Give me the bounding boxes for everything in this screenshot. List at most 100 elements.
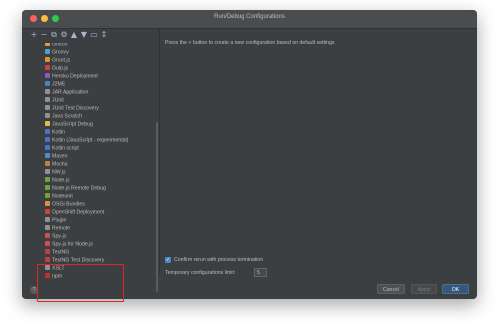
configuration-type-icon <box>45 169 50 174</box>
tree-item-label: Griffon <box>52 43 68 48</box>
configuration-type-icon <box>45 89 50 94</box>
tree-item-label: Java Scratch <box>52 113 82 120</box>
tree-item[interactable]: Griffon <box>45 43 67 48</box>
configuration-type-icon <box>45 201 50 206</box>
ok-button[interactable]: OK <box>442 284 469 294</box>
tree-item[interactable]: OSGi Bundles <box>45 201 85 208</box>
tree-item[interactable]: OpenShift Deployment <box>45 209 104 216</box>
copy-icon[interactable]: ⧉ <box>50 30 58 40</box>
tree-item[interactable]: Groovy <box>45 49 69 56</box>
configuration-type-icon <box>45 73 50 78</box>
configuration-type-icon <box>45 161 50 166</box>
tree-item[interactable]: Nodeunit <box>45 193 73 200</box>
tree-item-label: Groovy <box>52 49 69 56</box>
temp-config-limit-field[interactable]: 5 <box>254 268 267 277</box>
tree-item[interactable]: Maven <box>45 153 68 160</box>
tree-item-label: Plugin <box>52 217 67 224</box>
tree-item-label: JavaScript Debug <box>52 121 93 128</box>
tree-item[interactable]: JAR Application <box>45 89 88 96</box>
tree-item[interactable]: TestNG <box>45 249 69 256</box>
tree-item[interactable]: Remote <box>45 225 70 232</box>
configuration-type-icon <box>45 57 50 62</box>
tree-item-label: Maven <box>52 153 68 160</box>
tree-item-label: TestNG Test Discovery <box>52 257 105 264</box>
configuration-type-icon <box>45 65 50 70</box>
tree-item[interactable]: Node.js Remote Debug <box>45 185 106 192</box>
tree-item[interactable]: TestNG Test Discovery <box>45 257 104 264</box>
tree-item-label: Gulp.js <box>52 65 69 72</box>
configuration-type-icon <box>45 249 50 254</box>
tree-item[interactable]: Heroku Deployment <box>45 73 98 80</box>
tree-item-label: Remote <box>52 225 71 232</box>
tree-item[interactable]: Mocha <box>45 161 68 168</box>
temp-config-limit-label: Temporary configurations limit: <box>165 270 236 276</box>
configuration-type-icon <box>45 105 50 110</box>
tree-item[interactable]: Kotlin (JavaScript - experimental) <box>45 137 128 144</box>
tree-item[interactable]: NW.js <box>45 169 66 176</box>
configuration-type-icon <box>45 225 50 230</box>
tree-item-label: JUnit Test Discovery <box>52 105 99 112</box>
add-icon[interactable]: + <box>30 30 38 40</box>
configuration-type-icon <box>45 129 50 134</box>
tree-item-label: OSGi Bundles <box>52 201 85 208</box>
tree-item[interactable]: Node.js <box>45 177 70 184</box>
tree-item-label: Nodeunit <box>52 193 73 200</box>
cancel-button[interactable]: Cancel <box>377 284 405 294</box>
tree-item[interactable]: JUnit Test Discovery <box>45 105 99 112</box>
move-down-icon[interactable]: ▼ <box>80 30 88 40</box>
confirm-rerun-checkbox[interactable]: ✓ <box>165 257 171 263</box>
tree-scrollbar-thumb[interactable] <box>156 122 158 292</box>
tree-item-label: Node.js Remote Debug <box>52 185 106 192</box>
title-bar: Run/Debug Configurations <box>22 10 477 29</box>
tree-item-label: Heroku Deployment <box>52 73 98 80</box>
configuration-type-icon <box>45 217 50 222</box>
confirm-rerun-label: Confirm rerun with process termination <box>174 257 264 263</box>
configuration-type-icon <box>45 233 50 238</box>
tree-item-label: Node.js <box>52 177 70 184</box>
configuration-type-icon <box>45 137 50 142</box>
tree-item[interactable]: Kotlin <box>45 129 65 136</box>
tree-item[interactable]: Grunt.js <box>45 57 70 64</box>
tree-item[interactable]: JavaScript Debug <box>45 121 93 128</box>
tree-item[interactable]: Spy-js for Node.js <box>45 241 93 248</box>
tree-item-label: Kotlin (JavaScript - experimental) <box>52 137 129 144</box>
tree-item-label: Spy-js for Node.js <box>52 241 93 248</box>
tree-item[interactable]: J2ME <box>45 81 65 88</box>
configuration-type-icon <box>45 121 50 126</box>
move-up-icon[interactable]: ▲ <box>70 30 78 40</box>
splitter[interactable] <box>159 29 160 274</box>
tree-item-label: Kotlin script <box>52 145 79 152</box>
tree-item-label: TestNG <box>52 249 70 256</box>
configuration-type-icon <box>45 209 50 214</box>
configuration-type-icon <box>45 43 50 46</box>
configurations-toolbar: + − ⧉ ⚙ ▲ ▼ ▭ ↕ <box>22 29 157 43</box>
apply-button[interactable]: Apply <box>411 284 437 294</box>
tree-item[interactable]: Gulp.js <box>45 65 68 72</box>
tree-item[interactable]: Spy-js <box>45 233 66 240</box>
configuration-type-icon <box>45 257 50 262</box>
tree-item[interactable]: JUnit <box>45 97 64 104</box>
configuration-type-icon <box>45 113 50 118</box>
configuration-type-icon <box>45 97 50 102</box>
window-title: Run/Debug Configurations <box>214 14 285 20</box>
annotation-highlight-box <box>37 264 124 302</box>
tree-item-label: JUnit <box>52 97 64 104</box>
tree-item-label: J2ME <box>52 81 66 88</box>
remove-icon[interactable]: − <box>40 30 48 40</box>
wrench-icon[interactable]: ⚙ <box>60 30 68 40</box>
sort-icon[interactable]: ↕ <box>100 30 108 40</box>
tree-item[interactable]: Kotlin script <box>45 145 79 152</box>
configuration-type-icon <box>45 241 50 246</box>
tree-item-label: OpenShift Deployment <box>52 209 105 216</box>
tree-item-label: Mocha <box>52 161 68 168</box>
tree-item-label: JAR Application <box>52 89 89 96</box>
configuration-type-icon <box>45 49 50 54</box>
tree-item-label: Grunt.js <box>52 57 71 64</box>
tree-item[interactable]: Java Scratch <box>45 113 82 120</box>
configuration-tree: Griffon Groovy Grunt.js Gulp.js Heroku Deplo… <box>22 43 155 288</box>
folder-icon[interactable]: ▭ <box>90 30 98 40</box>
configuration-type-icon <box>45 145 50 150</box>
tree-item[interactable]: Plugin <box>45 217 66 224</box>
configuration-type-icon <box>45 177 50 182</box>
configuration-type-icon <box>45 193 50 198</box>
